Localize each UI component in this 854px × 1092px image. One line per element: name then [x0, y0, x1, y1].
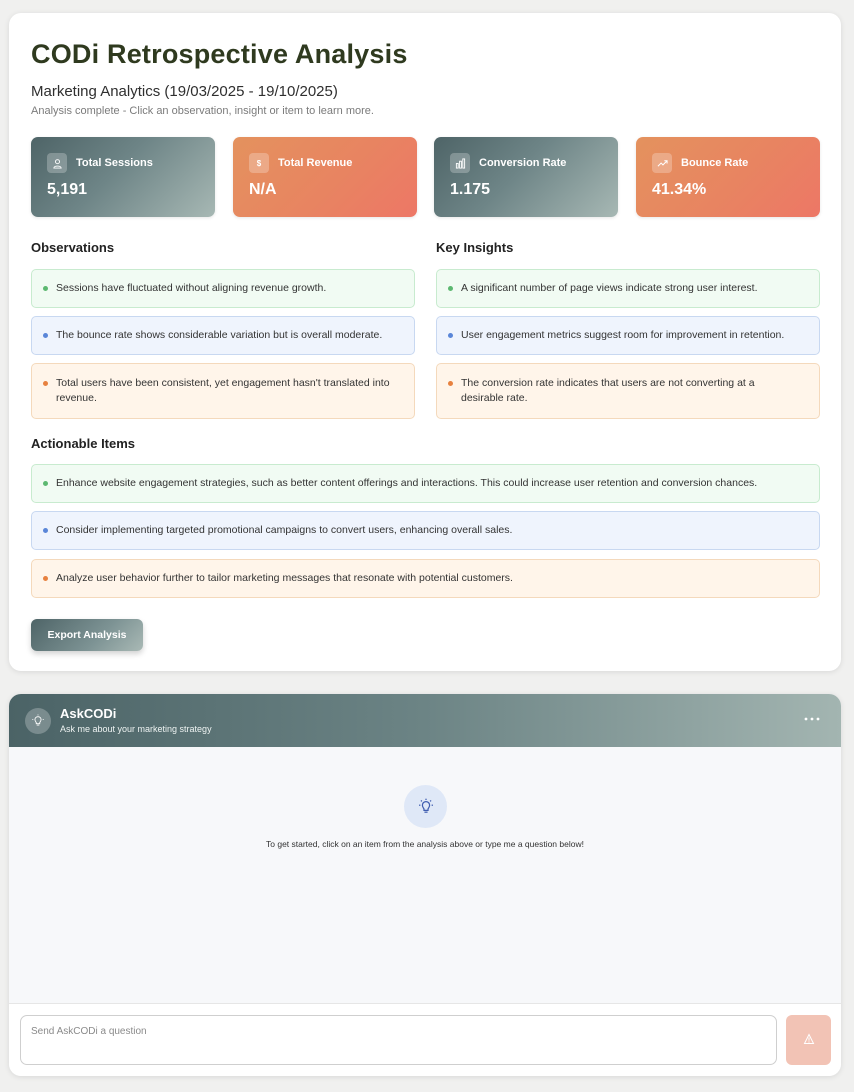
send-icon: [803, 1032, 815, 1048]
bar-chart-icon: [450, 153, 470, 173]
orange-dot-icon: [448, 381, 453, 386]
chat-header: AskCODi Ask me about your marketing stra…: [9, 694, 841, 747]
actionable-heading: Actionable Items: [31, 436, 136, 451]
metric-card-bounce-rate: Bounce Rate 41.34%: [636, 137, 820, 217]
lightbulb-icon: [404, 785, 447, 828]
metric-card-total-revenue: $ Total Revenue N/A: [233, 137, 417, 217]
chat-footer: [9, 1003, 841, 1076]
export-analysis-button[interactable]: Export Analysis: [31, 619, 143, 651]
insight-text: User engagement metrics suggest room for…: [461, 329, 785, 341]
chat-empty-state-text: To get started, click on an item from th…: [266, 839, 584, 849]
insight-text: The conversion rate indicates that users…: [461, 377, 755, 404]
observation-item[interactable]: The bounce rate shows considerable varia…: [31, 316, 415, 355]
chat-input[interactable]: [20, 1015, 777, 1065]
observation-item[interactable]: Total users have been consistent, yet en…: [31, 363, 415, 419]
green-dot-icon: [448, 286, 453, 291]
actionable-text: Enhance website engagement strategies, s…: [56, 477, 758, 489]
blue-dot-icon: [448, 333, 453, 338]
metric-card-total-sessions: Total Sessions 5,191: [31, 137, 215, 217]
metric-value: N/A: [249, 181, 277, 198]
askcodi-chat-panel: AskCODi Ask me about your marketing stra…: [9, 694, 841, 1076]
blue-dot-icon: [43, 333, 48, 338]
chat-subtitle: Ask me about your marketing strategy: [60, 724, 212, 734]
observation-text: Total users have been consistent, yet en…: [56, 377, 390, 404]
analysis-subtitle: Marketing Analytics (19/03/2025 - 19/10/…: [31, 83, 338, 100]
insight-item[interactable]: The conversion rate indicates that users…: [436, 363, 820, 419]
user-icon: [47, 153, 67, 173]
metric-value: 5,191: [47, 181, 88, 198]
actionable-item[interactable]: Consider implementing targeted promotion…: [31, 511, 820, 550]
actionable-text: Consider implementing targeted promotion…: [56, 524, 513, 536]
metric-label: Total Sessions: [76, 157, 153, 169]
analysis-hint: Analysis complete - Click an observation…: [31, 105, 374, 117]
actionable-item[interactable]: Enhance website engagement strategies, s…: [31, 464, 820, 503]
observation-item[interactable]: Sessions have fluctuated without alignin…: [31, 269, 415, 308]
actionable-item[interactable]: Analyze user behavior further to tailor …: [31, 559, 820, 598]
analysis-card: CODi Retrospective Analysis Marketing An…: [9, 13, 841, 671]
lightbulb-icon: [25, 708, 51, 734]
metric-value: 41.34%: [652, 181, 707, 198]
more-horizontal-icon[interactable]: [803, 710, 821, 728]
metric-value: 1.175: [450, 181, 491, 198]
observation-text: The bounce rate shows considerable varia…: [56, 329, 383, 341]
green-dot-icon: [43, 481, 48, 486]
page-title: CODi Retrospective Analysis: [31, 39, 408, 69]
metric-label: Bounce Rate: [681, 157, 749, 169]
trending-up-icon: [652, 153, 672, 173]
insights-heading: Key Insights: [436, 240, 514, 255]
insight-item[interactable]: A significant number of page views indic…: [436, 269, 820, 308]
observation-text: Sessions have fluctuated without alignin…: [56, 282, 327, 294]
send-button[interactable]: [786, 1015, 831, 1065]
actionable-text: Analyze user behavior further to tailor …: [56, 572, 513, 584]
green-dot-icon: [43, 286, 48, 291]
metric-card-conversion-rate: Conversion Rate 1.175: [434, 137, 618, 217]
dollar-icon: $: [249, 153, 269, 173]
observations-heading: Observations: [31, 240, 115, 255]
insight-item[interactable]: User engagement metrics suggest room for…: [436, 316, 820, 355]
orange-dot-icon: [43, 381, 48, 386]
chat-title: AskCODi: [60, 706, 117, 721]
orange-dot-icon: [43, 576, 48, 581]
blue-dot-icon: [43, 528, 48, 533]
metric-label: Conversion Rate: [479, 157, 567, 169]
insight-text: A significant number of page views indic…: [461, 282, 758, 294]
metric-label: Total Revenue: [278, 157, 353, 169]
